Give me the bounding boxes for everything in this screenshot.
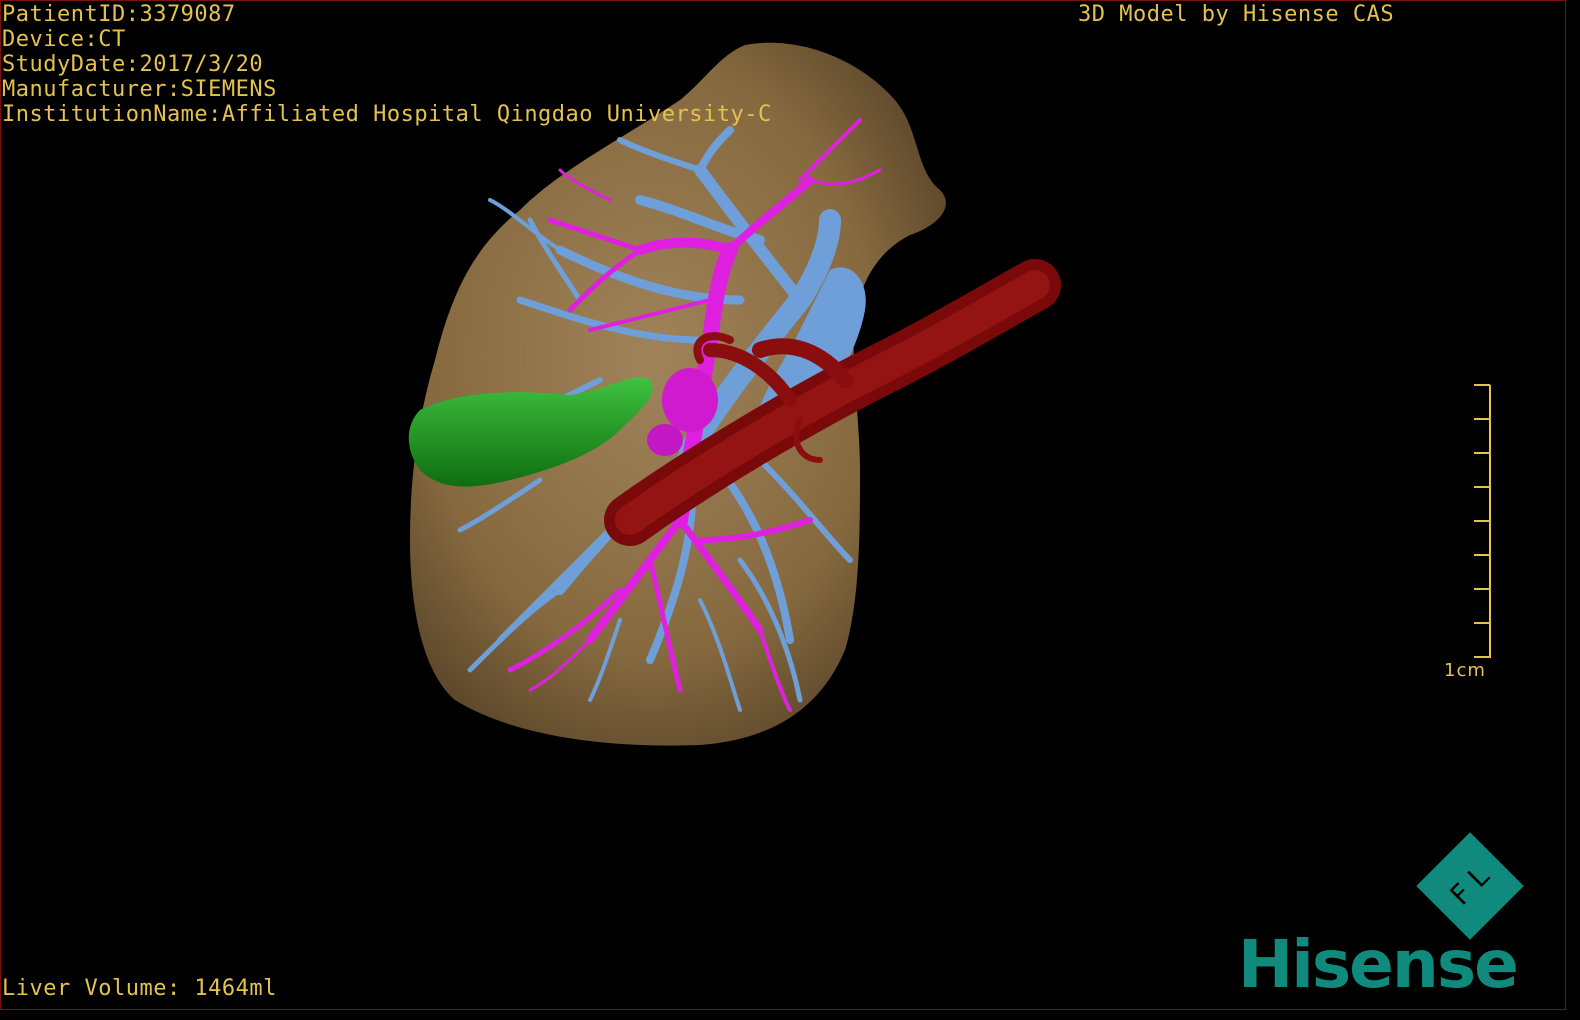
scale-bar-label: 1cm bbox=[1444, 660, 1486, 681]
device: Device:CT bbox=[2, 27, 126, 52]
study-date: StudyDate:2017/3/20 bbox=[2, 52, 264, 77]
portal-confluence bbox=[662, 368, 718, 432]
manufacturer: Manufacturer:SIEMENS bbox=[2, 77, 277, 102]
scale-bar bbox=[1474, 384, 1491, 658]
institution-name: InstitutionName:Affiliated Hospital Qing… bbox=[2, 102, 772, 127]
liver-volume: Liver Volume: 1464ml bbox=[2, 976, 277, 1001]
hisense-logo: Hisense bbox=[1238, 926, 1519, 1003]
portal-branch-node bbox=[647, 424, 683, 456]
3d-model-viewport[interactable]: F L bbox=[0, 0, 1580, 1020]
fl-badge-icon: F L bbox=[1416, 832, 1524, 940]
dicom-info-overlay: PatientID:3379087 Device:CT StudyDate:20… bbox=[2, 2, 772, 127]
patient-id: PatientID:3379087 bbox=[2, 2, 236, 27]
model-credit: 3D Model by Hisense CAS bbox=[1078, 2, 1395, 27]
